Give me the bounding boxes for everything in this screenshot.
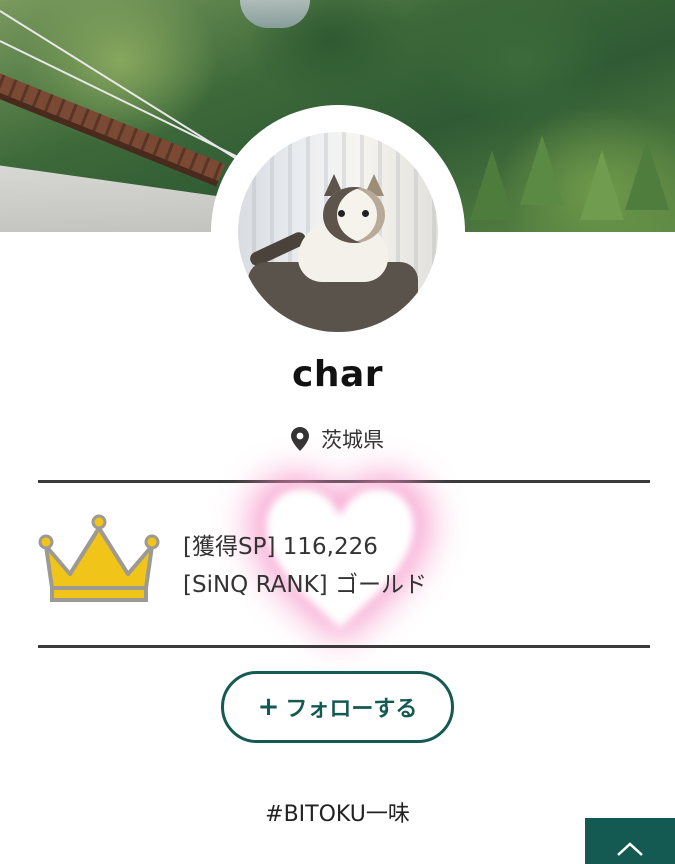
cover-tree bbox=[625, 140, 669, 210]
profile-hashtag[interactable]: #BITOKU一味 bbox=[0, 796, 675, 828]
follow-button-label: フォローする bbox=[285, 697, 418, 722]
scroll-top-button[interactable] bbox=[585, 818, 675, 864]
divider bbox=[38, 645, 650, 648]
cover-tree bbox=[520, 135, 564, 205]
rank-row: [SiNQ RANK] ゴールド bbox=[183, 566, 427, 604]
sp-value: 116,226 bbox=[282, 534, 378, 560]
plus-icon: + bbox=[257, 692, 280, 722]
avatar[interactable] bbox=[238, 132, 438, 332]
sp-label: [獲得SP] bbox=[183, 534, 276, 560]
username: char bbox=[291, 354, 383, 395]
rank-label: [SiNQ RANK] bbox=[183, 572, 328, 598]
profile-screen: char 茨城県 [獲得SP] 116,226 [SiNQ RANK] ゴールド… bbox=[0, 0, 675, 864]
divider bbox=[38, 480, 650, 483]
cover-tree bbox=[580, 150, 624, 220]
cover-tree bbox=[470, 150, 514, 220]
rank-value: ゴールド bbox=[334, 572, 427, 598]
cover-riverbank bbox=[0, 163, 225, 232]
rank-info: [獲得SP] 116,226 [SiNQ RANK] ゴールド bbox=[183, 528, 427, 604]
location-pin-icon bbox=[291, 427, 309, 451]
chevron-up-icon bbox=[617, 842, 643, 856]
kitten-head bbox=[323, 187, 385, 243]
location-text: 茨城県 bbox=[321, 428, 384, 452]
kitten-eye bbox=[338, 210, 345, 217]
cover-suspension-bridge bbox=[0, 70, 226, 181]
cover-river bbox=[240, 0, 310, 28]
kitten-eye bbox=[362, 210, 369, 217]
sp-row: [獲得SP] 116,226 bbox=[183, 528, 427, 566]
follow-button[interactable]: + フォローする bbox=[221, 671, 454, 743]
crown-icon bbox=[38, 514, 160, 602]
location-row: 茨城県 bbox=[0, 424, 675, 454]
